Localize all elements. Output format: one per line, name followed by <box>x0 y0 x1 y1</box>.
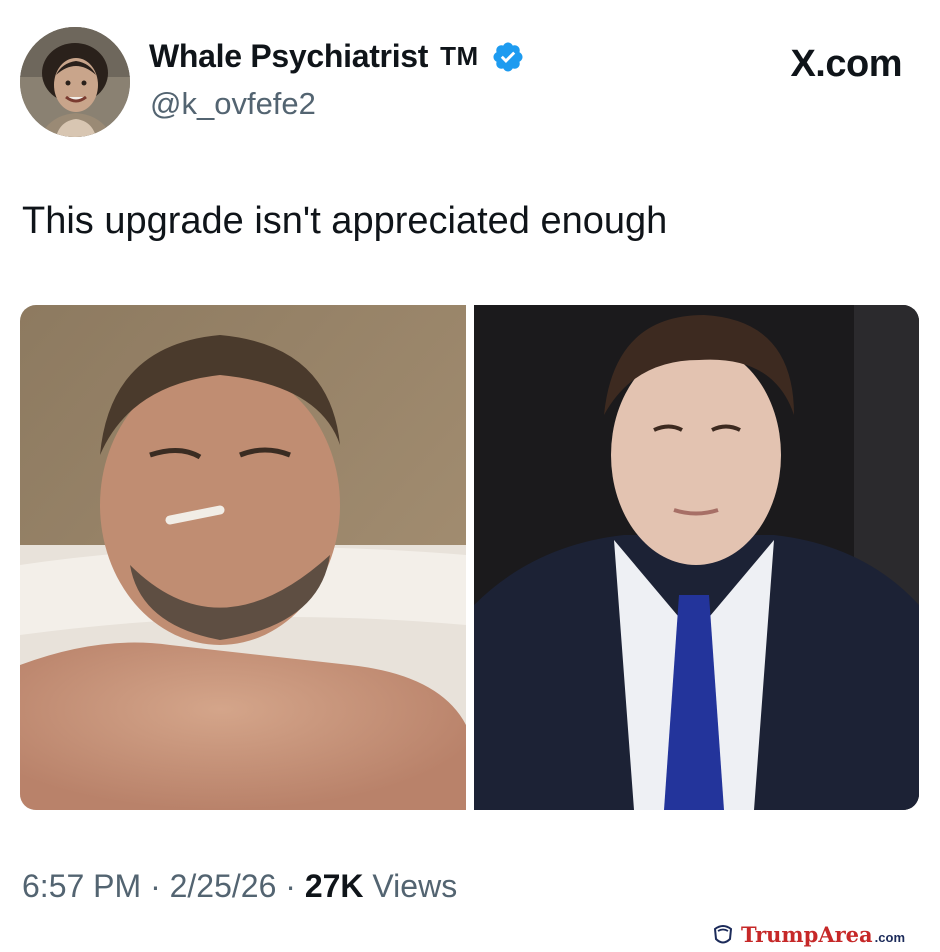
tweet-photo-right[interactable] <box>473 305 920 810</box>
user-handle[interactable]: @k_ovfefe2 <box>150 86 316 122</box>
meta-separator: · <box>276 868 305 904</box>
trumparea-logo-icon <box>711 923 735 947</box>
watermark-suffix: .com <box>874 930 905 945</box>
tweet-photo-left[interactable] <box>20 305 466 810</box>
tweet-meta: 6:57 PM · 2/25/26 · 27K Views <box>22 868 457 905</box>
trademark-symbol: TM <box>440 41 479 71</box>
tweet-media[interactable] <box>20 305 919 810</box>
watermark-name: TrumpArea <box>740 922 873 947</box>
views-count: 27K <box>304 868 364 904</box>
platform-logo-text: X.com <box>790 43 902 85</box>
profile-avatar[interactable] <box>20 27 130 137</box>
tweet-date[interactable]: 2/25/26 <box>170 868 277 904</box>
tweet-time[interactable]: 6:57 PM <box>22 868 141 904</box>
verified-badge-icon[interactable] <box>491 40 525 74</box>
views-label: Views <box>372 868 458 904</box>
site-watermark: TrumpArea .com <box>711 922 905 947</box>
meta-separator: · <box>141 868 170 904</box>
display-name[interactable]: Whale Psychiatrist <box>149 38 428 75</box>
tweet-text: This upgrade isn't appreciated enough <box>22 200 668 242</box>
display-name-row: Whale Psychiatrist TM <box>149 38 525 75</box>
